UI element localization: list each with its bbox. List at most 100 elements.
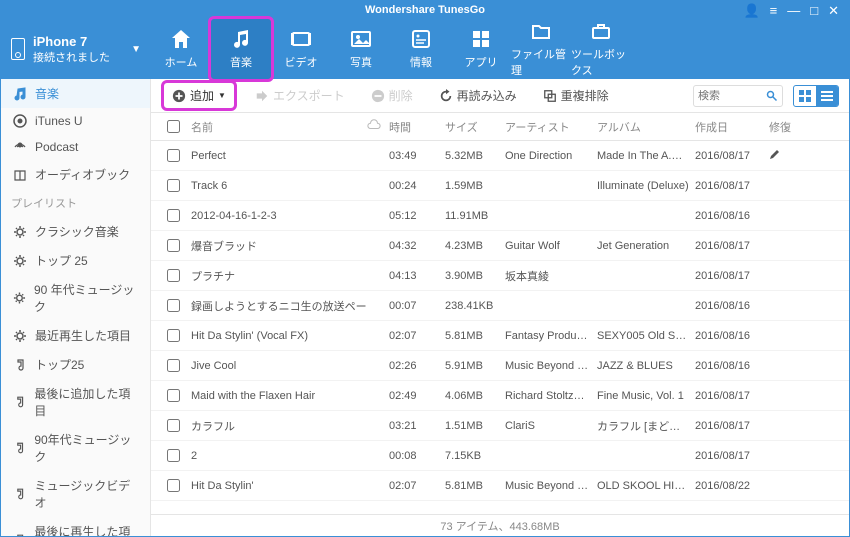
sidebar-item[interactable]: オーディオブック xyxy=(1,160,150,189)
nav-tab-music[interactable]: 音楽 xyxy=(211,19,271,79)
col-time[interactable]: 時間 xyxy=(389,119,445,135)
col-size[interactable]: サイズ xyxy=(445,119,505,135)
export-button[interactable]: エクスポート xyxy=(247,83,353,108)
minus-circle-icon xyxy=(371,89,385,103)
toolbox-icon xyxy=(590,20,612,42)
add-button[interactable]: 追加 ▼ xyxy=(161,80,237,111)
sidebar-item[interactable]: 最後に再生した項目 xyxy=(1,517,150,536)
cell-name: カラフル xyxy=(187,418,367,434)
cell-name: Maid with the Flaxen Hair xyxy=(187,390,367,402)
row-checkbox[interactable] xyxy=(167,149,180,162)
search-icon xyxy=(766,90,778,102)
col-name[interactable]: 名前 xyxy=(187,119,367,135)
header: iPhone 7 接続されました ▼ ホーム音楽ビデオ写真情報アプリファイル管理… xyxy=(1,19,849,79)
col-artist[interactable]: アーティスト xyxy=(505,119,597,135)
select-all-checkbox[interactable] xyxy=(167,120,180,133)
dedupe-button[interactable]: 重複排除 xyxy=(535,83,617,108)
col-date[interactable]: 作成日 xyxy=(695,119,769,135)
cloud-icon xyxy=(367,118,381,132)
delete-button[interactable]: 削除 xyxy=(363,83,421,108)
cell-time: 00:07 xyxy=(389,300,445,312)
cell-date: 2016/08/16 xyxy=(695,330,769,342)
row-checkbox[interactable] xyxy=(167,269,180,282)
sidebar-item[interactable]: Podcast xyxy=(1,134,150,160)
cell-name: 2012-04-16-1-2-3 xyxy=(187,210,367,222)
menu-icon[interactable]: ≡ xyxy=(770,4,778,17)
table-row[interactable]: Track 600:241.59MBIlluminate (Deluxe)201… xyxy=(151,171,849,201)
itunesu-icon xyxy=(13,114,27,128)
table-row[interactable]: 録画しようとするニコ生の放送ペーシ...00:07238.41KB2016/08… xyxy=(151,291,849,321)
close-button[interactable]: ✕ xyxy=(828,4,839,17)
cell-size: 5.91MB xyxy=(445,360,505,372)
cell-time: 05:12 xyxy=(389,210,445,222)
nav-tab-photo[interactable]: 写真 xyxy=(331,19,391,79)
sidebar-item[interactable]: クラシック音楽 xyxy=(1,217,150,246)
nav-tab-info[interactable]: 情報 xyxy=(391,19,451,79)
table-row[interactable]: Hit Da Stylin'02:075.81MBMusic Beyond Li… xyxy=(151,471,849,501)
cell-name: Hit Da Stylin' (Vocal FX) xyxy=(187,330,367,342)
sidebar-item[interactable]: 最後に追加した項目 xyxy=(1,379,150,425)
sidebar-item[interactable]: 90年代ミュージック xyxy=(1,425,150,471)
row-checkbox[interactable] xyxy=(167,389,180,402)
table-row[interactable]: 爆音ブラッド04:324.23MBGuitar WolfJet Generati… xyxy=(151,231,849,261)
table-row[interactable]: プラチナ04:133.90MB坂本真綾2016/08/17 xyxy=(151,261,849,291)
table-row[interactable]: Maid with the Flaxen Hair02:494.06MBRich… xyxy=(151,381,849,411)
row-checkbox[interactable] xyxy=(167,239,180,252)
cell-fix[interactable] xyxy=(769,148,799,163)
row-checkbox[interactable] xyxy=(167,329,180,342)
music-icon xyxy=(230,28,252,50)
nav-tab-toolbox[interactable]: ツールボックス xyxy=(571,19,631,79)
row-checkbox[interactable] xyxy=(167,299,180,312)
cell-album: Illuminate (Deluxe) xyxy=(597,180,695,192)
row-checkbox[interactable] xyxy=(167,359,180,372)
cell-size: 11.91MB xyxy=(445,210,505,222)
list-view-button[interactable] xyxy=(816,86,838,106)
grid-view-button[interactable] xyxy=(794,86,816,106)
gear-icon xyxy=(13,291,26,305)
table-row[interactable]: Perfect03:495.32MBOne DirectionMade In T… xyxy=(151,141,849,171)
app-title: Wondershare TunesGo xyxy=(365,4,485,16)
sidebar-item[interactable]: 最近再生した項目 xyxy=(1,321,150,350)
row-checkbox[interactable] xyxy=(167,209,180,222)
search-input[interactable] xyxy=(698,90,766,102)
table-row[interactable]: 2012-04-16-1-2-3 05:1211.91MB 2016/08/16 xyxy=(151,201,849,231)
nav-tab-files[interactable]: ファイル管理 xyxy=(511,19,571,79)
cell-date: 2016/08/16 xyxy=(695,360,769,372)
table-row[interactable]: Hit Da Stylin' (Vocal FX)02:075.81MBFant… xyxy=(151,321,849,351)
col-album[interactable]: アルバム xyxy=(597,119,695,135)
sidebar-item[interactable]: 音楽 xyxy=(1,79,150,108)
sidebar-group-title: プレイリスト xyxy=(1,189,150,217)
sidebar-item[interactable]: トップ25 xyxy=(1,350,150,379)
cell-artist: 坂本真綾 xyxy=(505,268,597,284)
sidebar-item[interactable]: 90 年代ミュージック xyxy=(1,275,150,321)
table-row[interactable]: Jive Cool02:265.91MBMusic Beyond Lib...J… xyxy=(151,351,849,381)
cell-size: 1.51MB xyxy=(445,420,505,432)
maximize-button[interactable]: □ xyxy=(810,4,818,17)
cell-album: OLD SKOOL HIP ... xyxy=(597,480,695,492)
row-checkbox[interactable] xyxy=(167,449,180,462)
sidebar-item[interactable]: ミュージックビデオ xyxy=(1,471,150,517)
table-row[interactable]: 200:087.15KB2016/08/17 xyxy=(151,441,849,471)
row-checkbox[interactable] xyxy=(167,179,180,192)
nav-tab-apps[interactable]: アプリ xyxy=(451,19,511,79)
cell-date: 2016/08/16 xyxy=(695,210,769,222)
cell-size: 238.41KB xyxy=(445,300,505,312)
search-box[interactable] xyxy=(693,85,783,107)
music-icon xyxy=(13,87,27,101)
reload-button[interactable]: 再読み込み xyxy=(431,83,525,108)
table-row[interactable]: カラフル03:211.51MBClariSカラフル [まどか☆マ...2016/… xyxy=(151,411,849,441)
device-selector[interactable]: iPhone 7 接続されました ▼ xyxy=(1,19,151,79)
pencil-icon xyxy=(769,148,781,160)
home-icon xyxy=(170,28,192,50)
col-fix[interactable]: 修復 xyxy=(769,119,799,135)
cell-album: Fine Music, Vol. 1 xyxy=(597,390,695,402)
user-icon[interactable]: 👤 xyxy=(743,4,759,17)
sidebar-item[interactable]: iTunes U xyxy=(1,108,150,134)
row-checkbox[interactable] xyxy=(167,419,180,432)
nav-tab-home[interactable]: ホーム xyxy=(151,19,211,79)
minimize-button[interactable]: — xyxy=(787,4,800,17)
sidebar-item[interactable]: トップ 25 xyxy=(1,246,150,275)
row-checkbox[interactable] xyxy=(167,479,180,492)
nav-tab-video[interactable]: ビデオ xyxy=(271,19,331,79)
cell-time: 04:13 xyxy=(389,270,445,282)
